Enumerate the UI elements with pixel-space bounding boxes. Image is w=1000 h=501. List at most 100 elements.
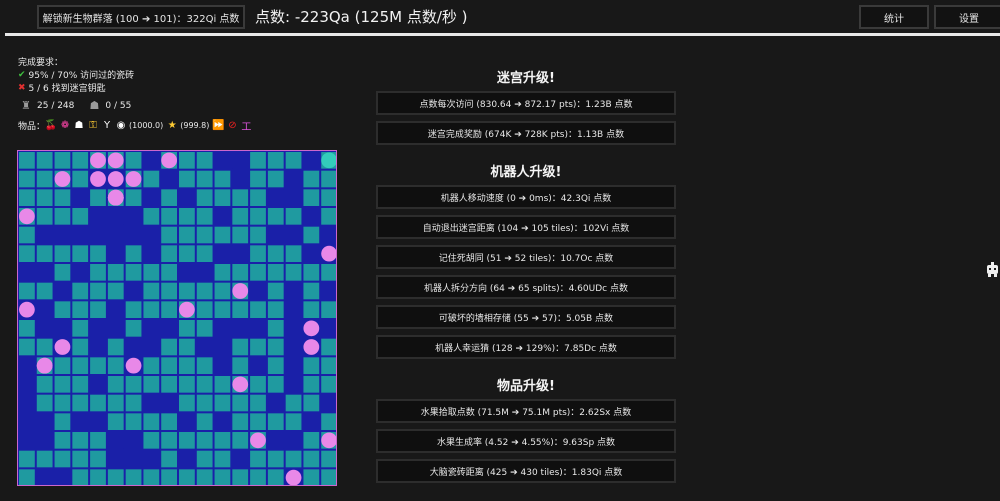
cherry-icon[interactable]: 🍒 (45, 119, 57, 131)
item-upgrade-button[interactable]: 水果生成率 (4.52 ➔ 4.55%)：9.63Sp 点数 (376, 429, 676, 453)
maze-tile (232, 432, 249, 449)
maze-tile (179, 450, 195, 468)
maze-tile (36, 264, 53, 281)
maze-tile (303, 376, 320, 393)
maze-tile (285, 432, 302, 449)
maze-tile (125, 152, 142, 169)
clock-icon[interactable]: ◉ (115, 119, 127, 131)
maze-tile (214, 189, 231, 206)
star-icon[interactable]: ★ (166, 119, 178, 131)
maze-tile (267, 413, 284, 430)
wall-breaker-icon[interactable]: 工 (240, 119, 252, 133)
key-icon[interactable]: ⚿ (87, 119, 99, 131)
robot-upgrade-button[interactable]: 机器人幸运猜 (128 ➔ 129%)：7.85Dc 点数 (376, 335, 676, 359)
maze-upgrade-button[interactable]: 迷宫完成奖励 (674K ➔ 728K pts)：1.13B 点数 (376, 121, 676, 145)
maze-tile (303, 394, 320, 412)
maze-tile (72, 208, 89, 225)
maze-tile (214, 264, 231, 281)
maze-tile (179, 432, 195, 449)
maze-tile (196, 245, 213, 262)
maze-tile (125, 376, 142, 393)
maze-tile (285, 152, 302, 169)
maze-tile (54, 282, 71, 300)
maze-tile (19, 376, 35, 393)
maze-tile (36, 450, 53, 468)
maze-tile (321, 301, 336, 318)
maze-tile (196, 320, 213, 337)
maze-tile (72, 245, 89, 262)
fast-forward-icon[interactable]: ⏩ (212, 119, 224, 131)
maze-tile (214, 226, 231, 244)
maze-grid[interactable] (17, 150, 337, 486)
maze-tile (214, 394, 231, 412)
maze-tile (179, 320, 195, 337)
ghost-icon[interactable]: ☗ (73, 119, 85, 131)
maze-tile (179, 413, 195, 430)
maze-tile (19, 469, 35, 485)
maze-tile (250, 469, 266, 485)
maze-tile (267, 282, 284, 300)
maze-tile (19, 357, 35, 374)
maze-tile (285, 450, 302, 468)
maze-tile (19, 320, 35, 337)
robot-upgrade-button[interactable]: 机器人拆分方向 (64 ➔ 65 splits)：4.60UDc 点数 (376, 275, 676, 299)
header-divider (5, 33, 1000, 36)
maze-tile (250, 320, 266, 337)
maze-tile (90, 432, 106, 449)
maze-tile (321, 170, 336, 188)
requirement-tiles: ✔ 95% / 70% 访问过的瓷砖 (18, 68, 348, 82)
maze-tile (72, 376, 89, 393)
robot-marker (90, 171, 106, 187)
maze-tile (19, 282, 35, 300)
maze-tile (303, 170, 320, 188)
maze-tile (196, 376, 213, 393)
maze-tile (161, 301, 177, 318)
maze-tile (196, 301, 213, 318)
brain-icon[interactable]: ❁ (59, 119, 71, 131)
maze-tile (321, 226, 336, 244)
maze-upgrade-button[interactable]: 点数每次访问 (830.64 ➔ 872.17 pts)：1.23B 点数 (376, 91, 676, 115)
maze-tile (125, 208, 142, 225)
robot-marker (54, 171, 71, 187)
maze-tile (179, 282, 195, 300)
robot-marker (232, 283, 249, 299)
maze-tile (179, 357, 195, 374)
maze-tile (36, 469, 53, 485)
robot-count-icon: ♜ (21, 99, 31, 112)
maze-tile (214, 432, 231, 449)
maze-tile (19, 245, 35, 262)
robot-upgrade-button[interactable]: 自动退出迷宫距离 (104 ➔ 105 tiles)：102Vi 点数 (376, 215, 676, 239)
fork-icon[interactable]: Y (101, 119, 113, 131)
robot-upgrade-button[interactable]: 可破坏的墙相存储 (55 ➔ 57)：5.05B 点数 (376, 305, 676, 329)
settings-button[interactable]: 设置 (934, 5, 1000, 29)
maze-tile (90, 450, 106, 468)
maze-tile (250, 301, 266, 318)
maze-tile (143, 189, 160, 206)
maze-tile (179, 208, 195, 225)
robot-upgrade-button[interactable]: 机器人移动速度 (0 ➔ 0ms)：42.3Qi 点数 (376, 185, 676, 209)
maze-tile (267, 432, 284, 449)
maze-tile (125, 469, 142, 485)
maze-tile (54, 432, 71, 449)
stats-button[interactable]: 统计 (859, 5, 929, 29)
maze-tile (161, 189, 177, 206)
maze-tile (179, 376, 195, 393)
maze-tile (19, 226, 35, 244)
maze-tile (232, 189, 249, 206)
no-entry-icon[interactable]: ⊘ (226, 119, 238, 131)
maze-tile (19, 152, 35, 169)
robot-marker (107, 189, 124, 206)
maze-tile (90, 376, 106, 393)
maze-tile (303, 264, 320, 281)
item-upgrade-button[interactable]: 大脑瓷砖距离 (425 ➔ 430 tiles)：1.83Qi 点数 (376, 459, 676, 483)
maze-tile (36, 152, 53, 169)
robot-upgrade-button[interactable]: 记住死胡同 (51 ➔ 52 tiles)：10.7Oc 点数 (376, 245, 676, 269)
item-upgrade-button[interactable]: 水果拾取点数 (71.5M ➔ 75.1M pts)：2.62Sx 点数 (376, 399, 676, 423)
maze-tile (285, 282, 302, 300)
maze-tile (54, 301, 71, 318)
maze-tile (107, 394, 124, 412)
maze-tile (267, 469, 284, 485)
unlock-biome-button[interactable]: 解锁新生物群落 (100 ➔ 101)：322Qi 点数 (37, 5, 245, 29)
maze-tile (19, 432, 35, 449)
maze-tile (250, 245, 266, 262)
